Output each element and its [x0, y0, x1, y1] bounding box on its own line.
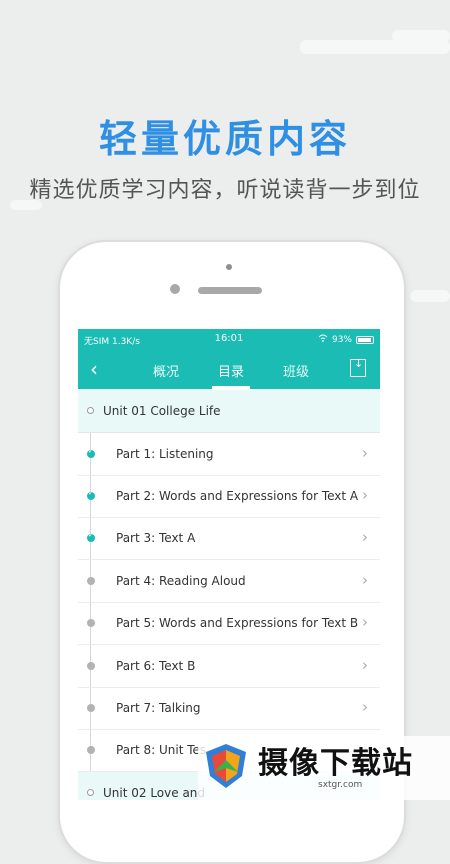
tab-class[interactable]: 班级	[283, 361, 309, 380]
chevron-right-icon: ›	[362, 444, 368, 462]
watermark-site-name: 摄像下载站	[258, 746, 413, 781]
promo-headline: 轻量优质内容	[98, 117, 351, 161]
download-icon[interactable]: ↓	[350, 357, 366, 377]
promo-subline: 精选优质学习内容，听说读背一步到位	[29, 178, 421, 203]
completed-check-icon	[87, 489, 95, 500]
completed-check-icon	[87, 531, 95, 542]
unit-title: Unit 02 Love and	[103, 786, 206, 800]
status-right: 93%	[318, 334, 374, 345]
part-label: Part 4: Reading Aloud	[116, 574, 246, 588]
pending-dot-icon	[87, 704, 95, 712]
part-row[interactable]: Part 3: Text A ›	[78, 517, 380, 560]
part-label: Part 6: Text B	[116, 659, 196, 673]
chevron-right-icon: ›	[362, 528, 368, 546]
phone-sensor	[226, 264, 232, 270]
phone-earpiece	[198, 287, 262, 294]
cloud-decoration	[410, 290, 450, 302]
pending-dot-icon	[87, 577, 95, 585]
back-chevron-icon[interactable]: ‹	[90, 357, 98, 381]
app-screen: 无SIM 1.3K/s 16:01 93% ‹ 概况 目录 班级 ↓ Unit …	[78, 329, 380, 800]
part-row[interactable]: Part 1: Listening ›	[78, 433, 380, 476]
chevron-right-icon: ›	[362, 571, 368, 589]
completed-check-icon	[87, 447, 95, 458]
phone-camera	[170, 284, 180, 294]
part-label: Part 3: Text A	[116, 531, 196, 545]
chevron-right-icon: ›	[362, 698, 368, 716]
chevron-right-icon: ›	[362, 656, 368, 674]
unit-row[interactable]: Unit 01 College Life	[78, 390, 380, 433]
part-label: Part 1: Listening	[116, 447, 214, 461]
chevron-right-icon: ›	[362, 613, 368, 631]
watermark-url: sxtgr.com	[318, 780, 363, 790]
cloud-decoration	[392, 30, 450, 42]
part-label: Part 2: Words and Expressions for Text A	[116, 489, 359, 503]
part-label: Part 5: Words and Expressions for Text B	[116, 616, 359, 630]
unit-ring-icon	[87, 789, 94, 796]
part-label: Part 7: Talking	[116, 701, 201, 715]
status-bar: 无SIM 1.3K/s 16:01 93%	[78, 329, 380, 349]
unit-ring-icon	[87, 407, 94, 414]
part-row[interactable]: Part 2: Words and Expressions for Text A…	[78, 475, 380, 518]
tab-overview[interactable]: 概况	[153, 361, 179, 380]
part-row[interactable]: Part 5: Words and Expressions for Text B…	[78, 602, 380, 645]
cloud-decoration	[300, 40, 450, 54]
nav-bar: ‹ 概况 目录 班级 ↓	[78, 349, 380, 389]
watermark-logo-icon	[204, 742, 248, 790]
part-row[interactable]: Part 4: Reading Aloud ›	[78, 560, 380, 603]
part-row[interactable]: Part 7: Talking ›	[78, 687, 380, 730]
unit-title: Unit 01 College Life	[103, 404, 221, 418]
pending-dot-icon	[87, 662, 95, 670]
battery-icon	[356, 335, 374, 344]
part-label: Part 8: Unit Tes	[116, 743, 207, 757]
pending-dot-icon	[87, 746, 95, 754]
active-tab-indicator	[212, 386, 250, 389]
part-row[interactable]: Part 6: Text B ›	[78, 645, 380, 688]
pending-dot-icon	[87, 619, 95, 627]
battery-percent: 93%	[331, 334, 352, 345]
tab-contents[interactable]: 目录	[218, 361, 244, 380]
wifi-icon	[318, 334, 328, 345]
chevron-right-icon: ›	[362, 486, 368, 504]
